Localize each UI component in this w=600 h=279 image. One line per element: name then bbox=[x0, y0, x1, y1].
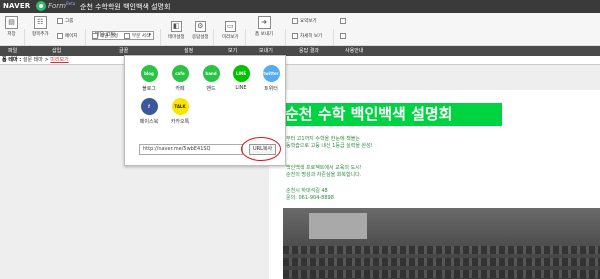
page-button[interactable]: 페이지 bbox=[57, 33, 77, 39]
item-settings-icon bbox=[92, 33, 98, 39]
summary-icon bbox=[292, 18, 298, 24]
theme-settings-button[interactable]: ◧ 테마설정 bbox=[168, 21, 185, 40]
group-button[interactable]: 그룹 bbox=[57, 18, 73, 24]
response-settings-button[interactable]: ⚙ 응답설정 bbox=[192, 21, 209, 40]
form-logo-text: Form bbox=[48, 2, 67, 10]
cafe-icon: cafe bbox=[171, 65, 189, 82]
photo-audience-row bbox=[283, 246, 600, 254]
guide-button[interactable] bbox=[340, 33, 348, 39]
poster-text-line: 부터 고1까지 수학을 한눈에 책블는 bbox=[286, 136, 360, 142]
section-help: 사용안내 bbox=[345, 48, 364, 54]
section-file: 파일 bbox=[8, 48, 18, 54]
preview-button[interactable]: ▭ 미리보기 bbox=[222, 21, 239, 40]
photo-screen bbox=[309, 213, 367, 239]
seminar-photo bbox=[283, 208, 600, 279]
save-button[interactable]: ▤ 저장 bbox=[5, 16, 18, 37]
breadcrumb: 폼 테마 : 설문 테마 > 미리보기 bbox=[0, 56, 600, 65]
share-twitter-button[interactable]: twitter 트위터 bbox=[258, 65, 284, 92]
share-facebook-button[interactable]: f 페이스북 bbox=[136, 98, 162, 125]
ribbon-section-bar: 파일 삽입 글꼴 설정 보기 보내기 응답 결과 사용안내 bbox=[0, 46, 600, 56]
part-style-button[interactable]: 부분 서식 bbox=[124, 33, 150, 39]
share-band-button[interactable]: band 밴드 bbox=[198, 65, 224, 92]
response-settings-icon: ⚙ bbox=[194, 21, 206, 32]
section-settings: 설정 bbox=[184, 48, 194, 54]
poster-address: 순천시 하대석길 48 bbox=[286, 188, 328, 194]
section-font: 글꼴 bbox=[119, 48, 129, 54]
ribbon-toolbar: ▤ 저장 ☷ 항목추가 그룹 페이지 맑은 고딕 개별 설정 부분 서식 ◧ 테… bbox=[0, 13, 600, 57]
poster-text-line: 순천의 명성과 자존심을 회복합니다. bbox=[286, 172, 362, 178]
summary-view-button[interactable]: 요약보기 bbox=[292, 18, 317, 24]
add-item-button[interactable]: ☷ 항목추가 bbox=[32, 16, 49, 37]
form-logo-icon bbox=[36, 1, 46, 11]
poster-title: 순천 수학 백인백색 설명회 bbox=[283, 103, 502, 126]
app-header: NAVER Form Beta 순천 수학학원 백인백색 설명회 bbox=[0, 0, 600, 13]
share-url-field[interactable]: http://naver.me/5wbE41SQ bbox=[139, 144, 243, 155]
beta-badge: Beta bbox=[66, 1, 76, 6]
section-view: 보기 bbox=[228, 48, 238, 54]
help-icon bbox=[340, 18, 346, 24]
share-blog-button[interactable]: blog 블로그 bbox=[136, 65, 162, 92]
section-results: 응답 결과 bbox=[299, 48, 319, 54]
save-icon: ▤ bbox=[5, 16, 18, 29]
section-send: 보내기 bbox=[259, 48, 273, 54]
page-icon bbox=[57, 33, 63, 39]
detail-icon bbox=[292, 33, 298, 39]
share-line-button[interactable]: LINE LINE bbox=[228, 65, 254, 91]
twitter-icon: twitter bbox=[262, 65, 280, 82]
group-icon bbox=[57, 18, 63, 24]
preview-icon: ▭ bbox=[224, 21, 236, 32]
kakaotalk-icon: TALK bbox=[171, 98, 189, 115]
share-cafe-button[interactable]: cafe 카페 bbox=[167, 65, 193, 92]
photo-audience-row bbox=[283, 258, 600, 266]
highlight-circle bbox=[241, 137, 281, 161]
facebook-icon: f bbox=[140, 98, 158, 115]
guide-icon bbox=[340, 33, 346, 39]
blog-icon: blog bbox=[140, 65, 158, 82]
breadcrumb-preview-link[interactable]: 미리보기 bbox=[50, 57, 68, 63]
naver-logo[interactable]: NAVER bbox=[3, 2, 30, 10]
poster-text-line: 백인백색 프로젝트에서 교육의 도시! bbox=[286, 165, 362, 171]
send-form-button[interactable]: ➜ 폼 보내기 bbox=[255, 16, 273, 37]
item-settings-button[interactable]: 개별 설정 bbox=[92, 33, 118, 39]
help-button[interactable] bbox=[340, 18, 348, 24]
poster-text-line: 동학습으로 고등 내신 1등급 실력을 완성! bbox=[286, 143, 373, 149]
breadcrumb-separator: > bbox=[44, 57, 49, 63]
detail-view-button[interactable]: 자세히 보기 bbox=[292, 33, 322, 39]
band-icon: band bbox=[202, 65, 220, 82]
photo-audience-row bbox=[283, 270, 600, 278]
part-style-icon bbox=[124, 33, 130, 39]
breadcrumb-label: 폼 테마 : bbox=[2, 57, 22, 63]
send-icon: ➜ bbox=[257, 16, 271, 29]
poster-contact: 문의: 061-904-8898 bbox=[286, 195, 334, 201]
breadcrumb-theme[interactable]: 설문 테마 bbox=[23, 57, 43, 63]
section-insert: 삽입 bbox=[52, 48, 62, 54]
line-icon: LINE bbox=[232, 65, 250, 82]
theme-icon: ◧ bbox=[170, 21, 182, 32]
add-item-icon: ☷ bbox=[33, 16, 47, 29]
document-title: 순천 수학학원 백인백색 설명회 bbox=[80, 3, 171, 11]
share-kakaotalk-button[interactable]: TALK 카카오톡 bbox=[167, 98, 193, 125]
